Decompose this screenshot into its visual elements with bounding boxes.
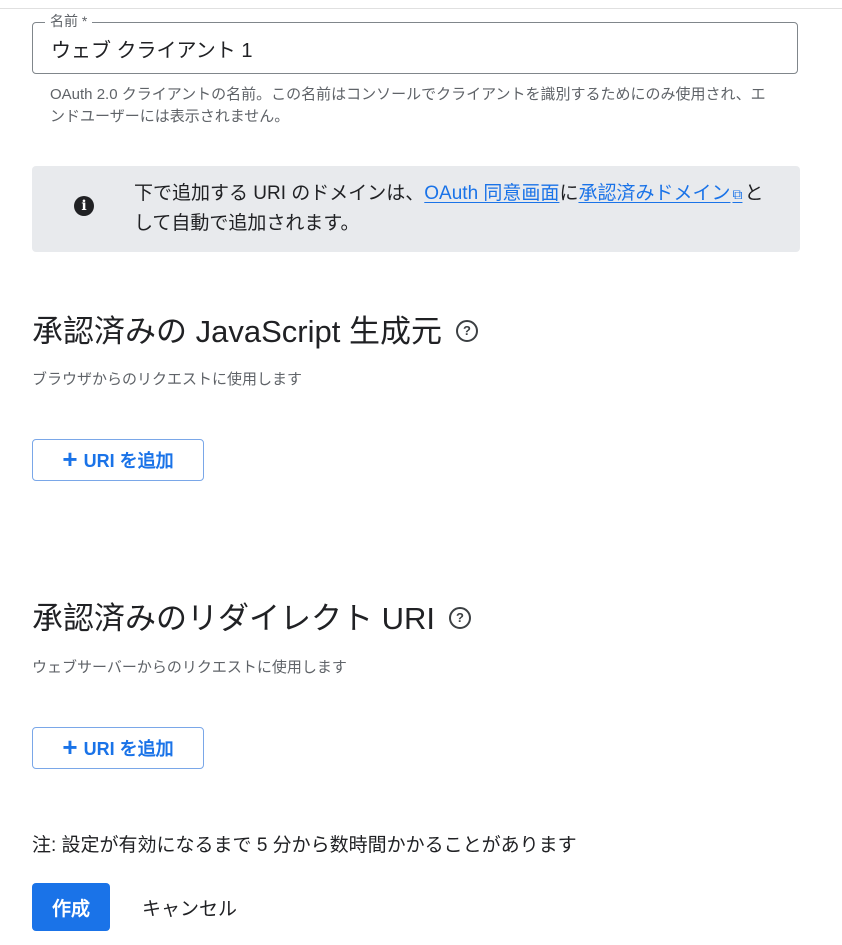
js-origins-title: 承認済みの JavaScript 生成元? xyxy=(32,312,478,352)
external-link-icon: ⧉ xyxy=(732,186,743,202)
redirect-uris-subtitle: ウェブサーバーからのリクエストに使用します xyxy=(32,659,347,676)
name-input[interactable] xyxy=(33,23,797,73)
js-origins-subtitle: ブラウザからのリクエストに使用します xyxy=(32,371,303,388)
info-banner: i 下で追加する URI のドメインは、OAuth 同意画面に承認済みドメイン ⧉… xyxy=(32,166,800,252)
create-button[interactable]: 作成 xyxy=(32,883,110,931)
top-divider xyxy=(0,8,842,9)
banner-text: 下で追加する URI のドメインは、OAuth 同意画面に承認済みドメイン ⧉ とし… xyxy=(134,183,764,234)
add-redirect-uri-button[interactable]: + URI を追加 xyxy=(32,727,204,769)
authorized-domains-link[interactable]: 承認済みドメイン ⧉ xyxy=(578,183,744,204)
help-circle-icon[interactable]: ? xyxy=(455,319,478,342)
add-js-origin-button[interactable]: + URI を追加 xyxy=(32,439,204,481)
cancel-button[interactable]: キャンセル xyxy=(132,883,256,931)
help-circle-icon[interactable]: ? xyxy=(449,606,471,629)
oauth-consent-screen-link[interactable]: OAuth 同意画面 xyxy=(424,183,559,204)
settings-note: 注: 設定が有効になるまで 5 分から数時間かかることがあります xyxy=(32,835,577,856)
info-icon: i xyxy=(74,196,94,216)
plus-icon: + xyxy=(62,444,78,474)
redirect-uris-title: 承認済みのリダイレクト URI? xyxy=(32,599,471,639)
plus-icon: + xyxy=(62,732,78,762)
name-field[interactable]: 名前 * xyxy=(32,12,798,74)
name-helper-text: OAuth 2.0 クライアントの名前。この名前はコンソールでクライアントを識別… xyxy=(50,86,766,125)
